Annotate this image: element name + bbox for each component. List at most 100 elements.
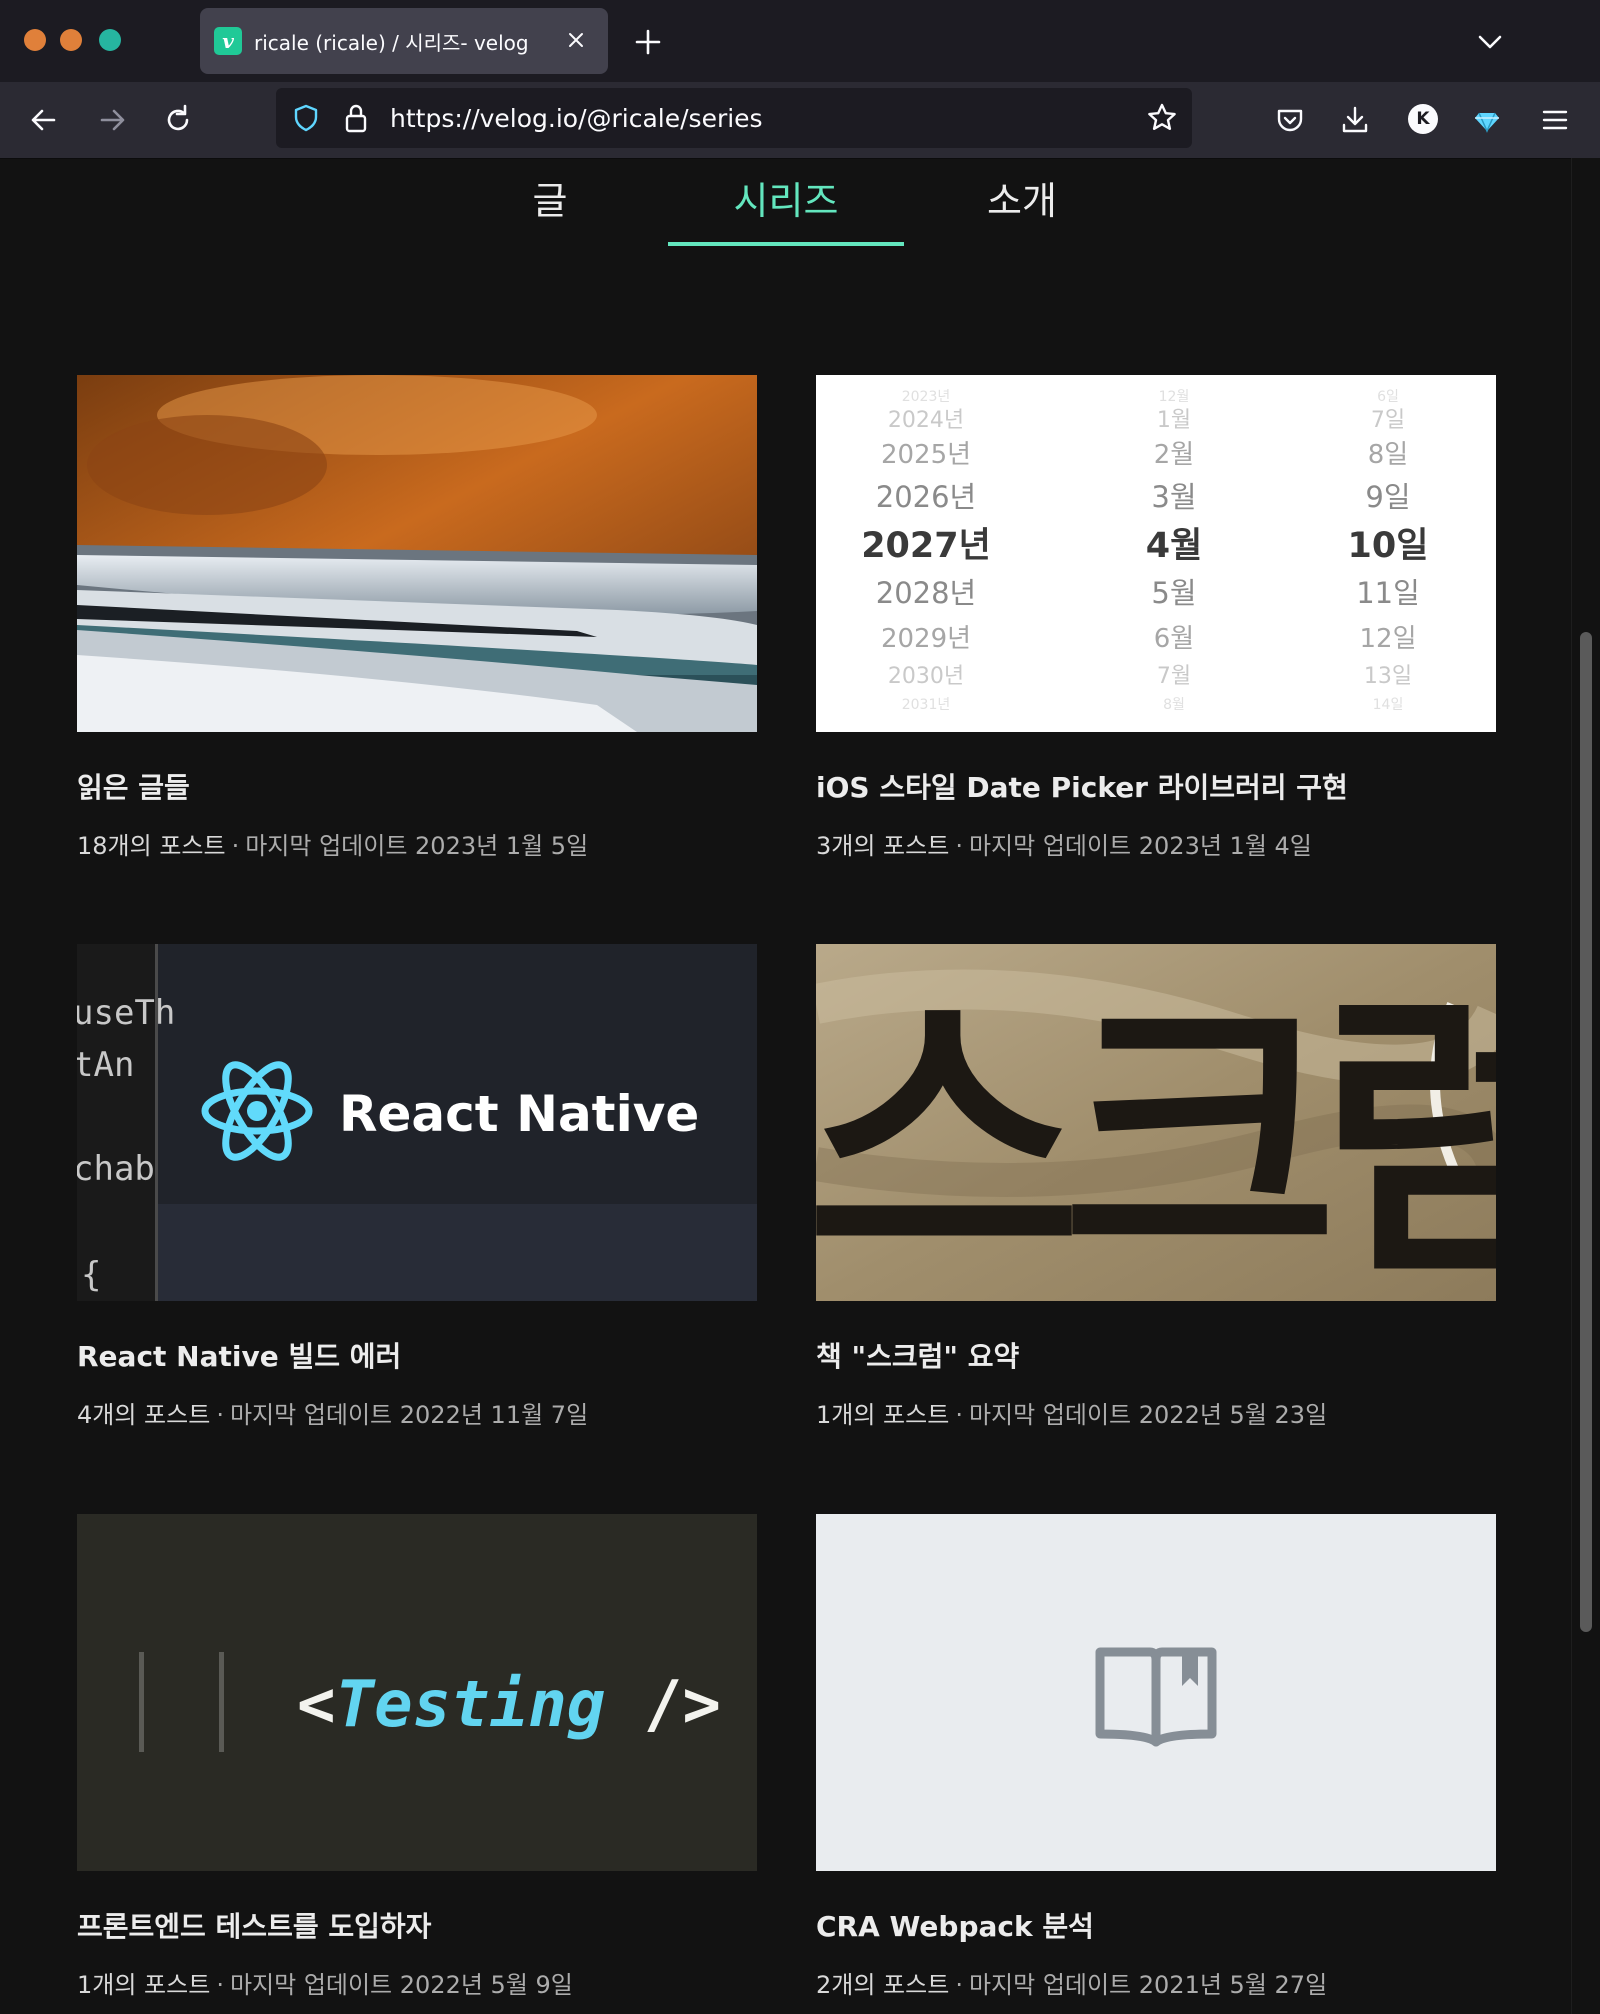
newspaper-photo-image: [77, 375, 757, 732]
picker-months-item: 6월: [1154, 624, 1194, 654]
series-meta: 4개의 포스트 · 마지막 업데이트 2022년 11월 7일: [77, 1395, 757, 1430]
bookmark-star-icon[interactable]: [1144, 100, 1180, 136]
url-text[interactable]: https://velog.io/@ricale/series: [390, 104, 763, 133]
new-tab-plus-icon[interactable]: [628, 22, 668, 62]
hamburger-menu-icon[interactable]: [1535, 100, 1575, 140]
tab-title: ricale (ricale) / 시리즈- velog: [254, 30, 529, 55]
pocket-icon[interactable]: [1270, 100, 1310, 140]
picker-months-item: 8월: [1163, 697, 1185, 713]
picker-days-item: 9일: [1365, 480, 1410, 514]
picker-years-item: 2023년: [902, 389, 951, 405]
tracking-protection-shield-icon[interactable]: [290, 102, 322, 134]
series-title[interactable]: 책 "스크럼" 요약: [816, 1335, 1496, 1375]
gem-extension-icon[interactable]: [1467, 100, 1507, 140]
window-minimize-button[interactable]: [60, 29, 82, 51]
tab-series[interactable]: 시리즈: [668, 170, 904, 225]
tab-about[interactable]: 소개: [904, 170, 1140, 225]
series-meta: 18개의 포스트 · 마지막 업데이트 2023년 1월 5일: [77, 826, 757, 861]
series-thumbnail-date-picker[interactable]: 2023년 2024년 2025년 2026년 2027년 2028년 2029년 2030년…: [816, 375, 1496, 732]
code-fragment: chab: [77, 1149, 155, 1189]
window-close-button[interactable]: [24, 29, 46, 51]
reload-icon[interactable]: [158, 100, 198, 140]
profile-tabs: 글 시리즈 소개: [0, 158, 1570, 248]
series-post-count: 1개의 포스트: [816, 1401, 950, 1429]
picker-months-item: 12월: [1159, 389, 1190, 405]
browser-tab-active[interactable]: v ricale (ricale) / 시리즈- velog: [200, 8, 608, 74]
tab-close-icon[interactable]: [562, 26, 590, 54]
list-all-tabs-chevron-down-icon[interactable]: [1470, 22, 1510, 62]
series-title[interactable]: 읽은 글들: [77, 766, 757, 806]
series-last-updated: 마지막 업데이트 2023년 1월 5일: [245, 832, 589, 860]
series-card[interactable]: <Testing /> 프론트엔드 테스트를 도입하자 1개의 포스트 · 마지막 …: [77, 1514, 757, 2000]
calligraphy-scrum-image: 스크럼: [816, 944, 1496, 1301]
tab-posts[interactable]: 글: [432, 170, 668, 225]
code-fragment: useTh: [77, 993, 175, 1033]
picker-months-item: 4월: [1146, 526, 1203, 566]
series-post-count: 2개의 포스트: [816, 1971, 950, 1999]
picker-months-item: 5월: [1151, 576, 1196, 610]
calligraphy-text: 스크럼: [816, 962, 1496, 1301]
series-card[interactable]: CRA Webpack 분석 2개의 포스트 · 마지막 업데이트 2021년 5월…: [816, 1514, 1496, 2000]
velog-favicon-icon: v: [214, 27, 242, 55]
series-last-updated: 마지막 업데이트 2022년 5월 23일: [968, 1401, 1328, 1429]
series-title[interactable]: React Native 빌드 에러: [77, 1335, 757, 1375]
scrollbar-thumb[interactable]: [1580, 632, 1592, 1632]
series-card[interactable]: useTh tAn chab { React Native React Nati…: [77, 944, 757, 1430]
account-avatar[interactable]: K: [1408, 104, 1438, 134]
back-arrow-icon[interactable]: [24, 100, 64, 140]
picker-days-item: 6일: [1377, 389, 1399, 405]
series-meta: 1개의 포스트 · 마지막 업데이트 2022년 5월 9일: [77, 1965, 757, 2000]
meta-separator: ·: [231, 832, 240, 860]
testing-code-banner-image: <Testing />: [139, 1652, 721, 1752]
series-title[interactable]: CRA Webpack 분석: [816, 1905, 1496, 1945]
series-thumbnail-newspaper[interactable]: [77, 375, 757, 732]
picker-years-item: 2031년: [902, 697, 951, 713]
series-thumbnail-placeholder[interactable]: [816, 1514, 1496, 1871]
series-thumbnail-react-native[interactable]: useTh tAn chab { React Native: [77, 944, 757, 1301]
series-meta: 1개의 포스트 · 마지막 업데이트 2022년 5월 23일: [816, 1395, 1496, 1430]
series-last-updated: 마지막 업데이트 2021년 5월 27일: [968, 1971, 1328, 1999]
date-picker-wheel-image: 2023년 2024년 2025년 2026년 2027년 2028년 2029년 2030년…: [861, 389, 1428, 713]
react-atom-logo-icon: [201, 1061, 313, 1161]
series-thumbnail-testing[interactable]: <Testing />: [77, 1514, 757, 1871]
series-card[interactable]: 2023년 2024년 2025년 2026년 2027년 2028년 2029년 2030년…: [816, 375, 1496, 861]
picker-years-item: 2030년: [888, 664, 964, 689]
series-post-count: 18개의 포스트: [77, 832, 226, 860]
picker-days-item: 7일: [1371, 408, 1405, 433]
picker-months-item: 7월: [1157, 664, 1191, 689]
series-card[interactable]: 읽은 글들 18개의 포스트 · 마지막 업데이트 2023년 1월 5일: [77, 375, 757, 861]
picker-days-item: 12일: [1359, 624, 1416, 654]
series-meta: 2개의 포스트 · 마지막 업데이트 2021년 5월 27일: [816, 1965, 1496, 2000]
picker-months-item: 2월: [1154, 440, 1194, 470]
series-thumbnail-scrum-book[interactable]: 스크럼: [816, 944, 1496, 1301]
series-last-updated: 마지막 업데이트 2022년 5월 9일: [229, 1971, 573, 1999]
banner-open-bracket: <: [297, 1668, 336, 1742]
picker-years-item: 2025년: [881, 440, 971, 470]
lock-icon[interactable]: [340, 101, 372, 135]
code-fragment: {: [81, 1255, 101, 1295]
picker-months-item: 3월: [1151, 480, 1196, 514]
downloads-icon[interactable]: [1335, 100, 1375, 140]
picker-days-item: 13일: [1364, 664, 1412, 689]
picker-years-item: 2024년: [888, 408, 964, 433]
series-title[interactable]: iOS 스타일 Date Picker 라이브러리 구현: [816, 766, 1496, 806]
forward-arrow-icon[interactable]: [92, 100, 132, 140]
window-maximize-button[interactable]: [99, 29, 121, 51]
address-bar[interactable]: https://velog.io/@ricale/series: [276, 88, 1192, 148]
series-last-updated: 마지막 업데이트 2022년 11월 7일: [229, 1401, 589, 1429]
picker-months-item: 1월: [1157, 408, 1191, 433]
react-native-banner-text: React Native: [339, 1085, 699, 1143]
book-placeholder-icon: [1095, 1647, 1217, 1747]
browser-navigation-bar: https://velog.io/@ricale/series K: [0, 82, 1600, 159]
series-last-updated: 마지막 업데이트 2023년 1월 4일: [968, 832, 1312, 860]
picker-years-item: 2027년: [861, 526, 991, 566]
meta-separator: ·: [955, 832, 963, 860]
react-native-banner-image: useTh tAn chab { React Native: [77, 944, 757, 1301]
series-meta: 3개의 포스트 · 마지막 업데이트 2023년 1월 4일: [816, 826, 1496, 861]
series-card[interactable]: 스크럼 책 "스크럼" 요약 1개의 포스트 · 마지막 업데이트 2022년 5월…: [816, 944, 1496, 1430]
series-title[interactable]: 프론트엔드 테스트를 도입하자: [77, 1905, 757, 1945]
banner-testing-word: Testing: [336, 1668, 606, 1742]
page-scrollbar[interactable]: [1571, 158, 1600, 2014]
picker-years-item: 2029년: [881, 624, 971, 654]
picker-days-item: 11일: [1356, 576, 1420, 610]
